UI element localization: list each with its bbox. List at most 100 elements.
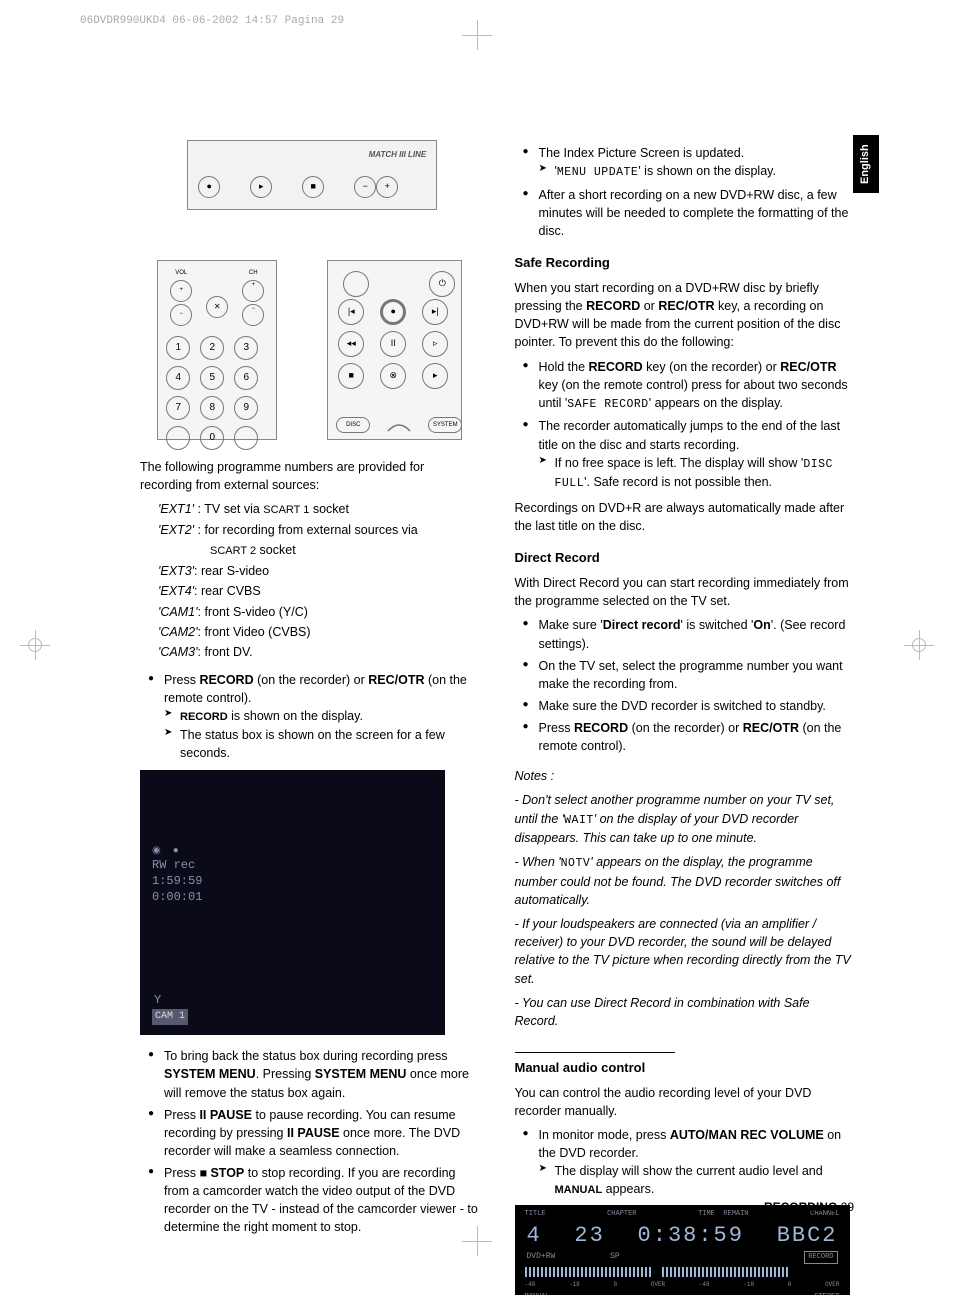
num-4: 4 [166, 366, 190, 390]
cam3-label: 'CAM3' [158, 645, 198, 659]
disp-sp: SP [610, 1252, 620, 1261]
cam1-desc: : front S-video (Y/C) [198, 605, 308, 619]
tv-btn [166, 426, 190, 450]
next-icon: ▸| [422, 299, 448, 325]
play-button-icon: ▸ [250, 176, 272, 198]
intro-text: The following programme numbers are prov… [140, 458, 480, 494]
status-time-1: 1:59:59 [152, 874, 202, 890]
disp-h-time: TIME [698, 1210, 715, 1218]
ext3-desc: : rear S-video [194, 564, 269, 578]
disp-h-title: TITLE [525, 1209, 546, 1219]
manual-audio-heading: Manual audio control [515, 1052, 675, 1078]
crop-mark [462, 20, 492, 50]
note-2: - When 'NOTV' appears on the display, th… [515, 853, 855, 909]
stop-step: Press ■ STOP to stop recording. If you a… [148, 1164, 480, 1237]
bring-back-step: To bring back the status box during reco… [148, 1047, 480, 1101]
record-shown-arrow: RECORD is shown on the display. [164, 707, 480, 726]
direct-make-sure: Make sure 'Direct record' is switched 'O… [523, 616, 855, 652]
menu-arc-icon [386, 417, 412, 433]
num-2: 2 [200, 336, 224, 360]
notes-label: Notes : [515, 767, 855, 785]
mute-button-icon: ✕ [206, 296, 228, 318]
rec-otr-icon: ● [380, 299, 406, 325]
direct-press-record: Press RECORD (on the recorder) or REC/OT… [523, 719, 855, 755]
disp-stereo-label: STEREO [814, 1292, 839, 1295]
num-0: 0 [200, 426, 224, 450]
disp-manual-label: MANUAL [525, 1292, 550, 1295]
ext2-label: 'EXT2' [158, 523, 194, 537]
safe-intro: When you start recording on a DVD+RW dis… [515, 279, 855, 352]
antenna-icon: Y [154, 992, 161, 1009]
num-5: 5 [200, 366, 224, 390]
display-panel-illustration: TITLE CHAPTER TIME REMAIN CHANNEL 4 23 0… [515, 1205, 850, 1295]
stop-button-icon: ■ [302, 176, 324, 198]
ext4-label: 'EXT4' [158, 584, 194, 598]
print-header: 06DVDR990UKD4 06-06-2002 14:57 Pagina 29 [80, 14, 344, 30]
reverse-icon: ◂◂ [338, 331, 364, 357]
system-button: SYSTEM [428, 417, 462, 433]
direct-standby: Make sure the DVD recorder is switched t… [523, 697, 855, 715]
record-button-icon: ● [198, 176, 220, 198]
num-1: 1 [166, 336, 190, 360]
vol-label: VOL [175, 270, 187, 276]
num-3: 3 [234, 336, 258, 360]
remote-illustration: MATCH III LINE ● ▸ ■ − + VOL+− CH+− ✕ 12… [157, 140, 462, 440]
cam3-desc: : front DV. [198, 645, 253, 659]
note-1: - Don't select another programme number … [515, 791, 855, 847]
ext3-label: 'EXT3' [158, 564, 194, 578]
channel-up-icon: + [376, 176, 398, 198]
play-icon: ▸ [422, 363, 448, 389]
index-updated-step: The Index Picture Screen is updated. 'ME… [523, 144, 855, 182]
crop-mark [20, 630, 50, 660]
avo-btn [234, 426, 258, 450]
status-rw-rec: RW rec [152, 858, 202, 874]
language-tab: English [853, 135, 879, 193]
manual-arrow: The display will show the current audio … [539, 1162, 855, 1199]
disp-h-remain: REMAIN [723, 1210, 748, 1218]
slow-icon: ▹ [422, 331, 448, 357]
disp-channel-val: BBC2 [777, 1220, 838, 1252]
disp-h-chapter: CHAPTER [607, 1209, 636, 1219]
disc-full-arrow: If no free space is left. The display wi… [539, 454, 855, 493]
page-footer: RECORDING 29 [764, 1199, 854, 1216]
tc-icon: ⊗ [380, 363, 406, 389]
safe-recording-heading: Safe Recording [515, 254, 855, 273]
ext2-desc-cont: SCART 2 socket [158, 541, 480, 560]
disp-chapter-val: 23 [574, 1220, 604, 1252]
ext-sources-list: 'EXT1' : TV set via SCART 1 socket 'EXT2… [140, 500, 480, 661]
disp-media: DVD+RW [527, 1252, 556, 1261]
note-4: - You can use Direct Record in combinati… [515, 994, 855, 1030]
ext1-label: 'EXT1' [158, 502, 194, 516]
num-9: 9 [234, 396, 258, 420]
channel-down-icon: − [354, 176, 376, 198]
disc-button: DISC [336, 417, 370, 433]
ext4-desc: : rear CVBS [194, 584, 261, 598]
safe-tail: Recordings on DVD+R are always automatic… [515, 499, 855, 535]
status-time-2: 0:00:01 [152, 890, 202, 906]
crop-mark [904, 630, 934, 660]
logo-text: MATCH III LINE [369, 149, 427, 161]
status-box-screenshot: ◉ ● RW rec 1:59:59 0:00:01 Y CAM 1 [140, 770, 445, 1035]
cam2-desc: : front Video (CVBS) [198, 625, 311, 639]
disp-time-val: 0:38:59 [638, 1220, 744, 1252]
num-6: 6 [234, 366, 258, 390]
num-8: 8 [200, 396, 224, 420]
formatting-step: After a short recording on a new DVD+RW … [523, 186, 855, 240]
note-3: - If your loudspeakers are connected (vi… [515, 915, 855, 988]
stop-icon: ■ [338, 363, 364, 389]
ext2-desc: : for recording from external sources vi… [198, 523, 418, 537]
menu-update-arrow: 'MENU UPDATE' is shown on the display. [539, 162, 855, 182]
power-button-icon: ⏻ [429, 271, 455, 297]
manual-intro: You can control the audio recording leve… [515, 1084, 855, 1120]
pause-icon: II [380, 331, 406, 357]
status-box-arrow: The status box is shown on the screen fo… [164, 726, 480, 762]
cam2-label: 'CAM2' [158, 625, 198, 639]
previous-icon: |◂ [338, 299, 364, 325]
disp-rec-box: RECORD [804, 1251, 837, 1263]
ch-label: CH [249, 270, 258, 276]
press-record-step: Press RECORD (on the recorder) or REC/OT… [148, 671, 480, 762]
cam1-label: 'CAM1' [158, 605, 198, 619]
direct-intro: With Direct Record you can start recordi… [515, 574, 855, 610]
num-7: 7 [166, 396, 190, 420]
direct-record-heading: Direct Record [515, 549, 855, 568]
